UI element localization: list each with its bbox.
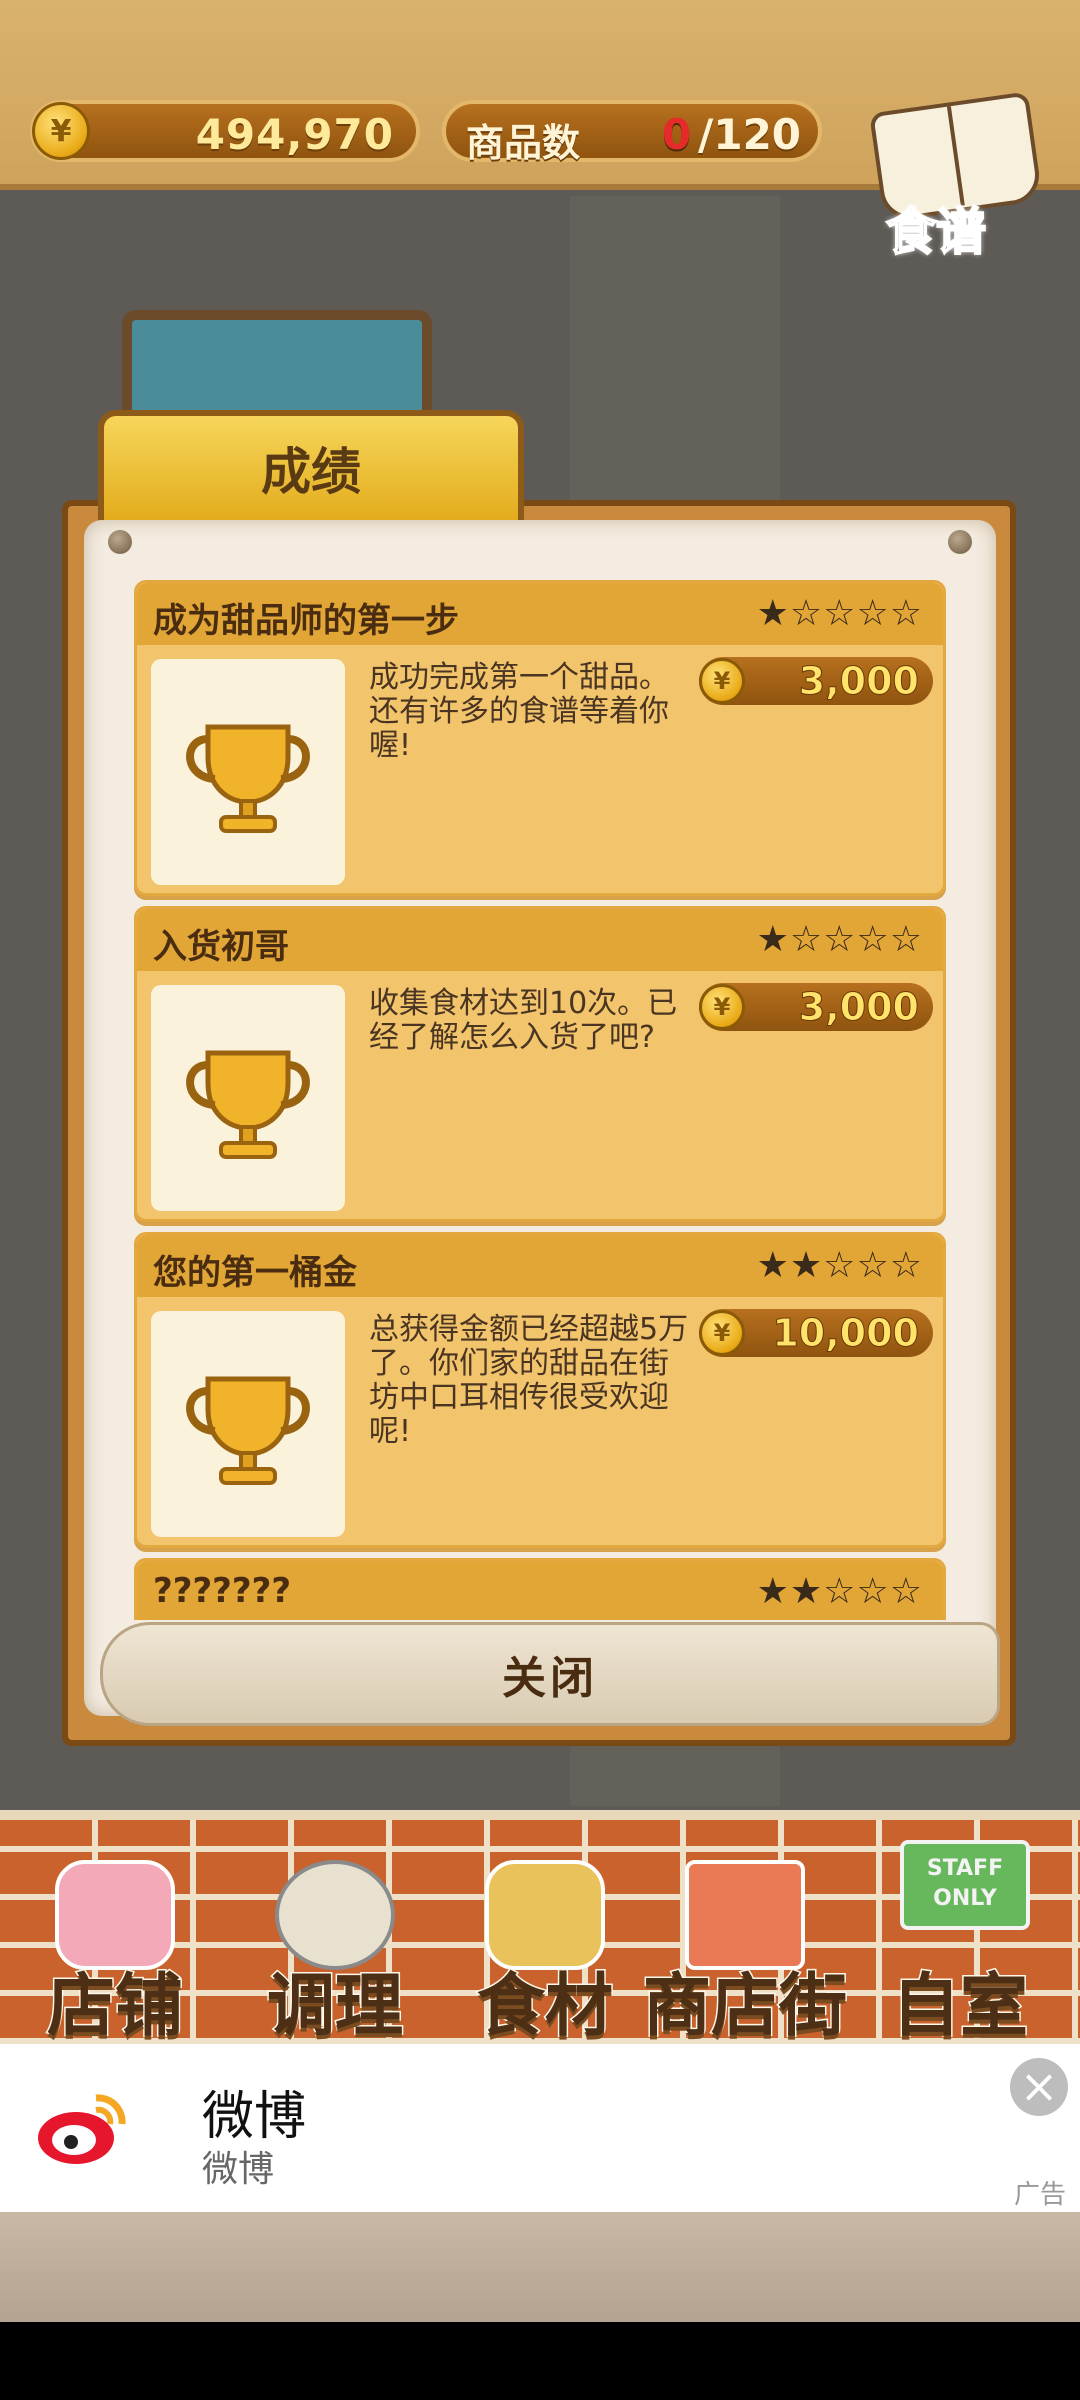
product-count-label: 商品数 xyxy=(466,121,581,165)
panel-title: 成绩 xyxy=(261,443,361,501)
reward-value: 3,000 xyxy=(798,659,919,704)
footer-background xyxy=(0,2212,1080,2322)
trophy-icon xyxy=(151,659,345,885)
money-value: 494,970 xyxy=(195,110,394,159)
reward-badge: ¥ 10,000 xyxy=(699,1309,933,1357)
reward-value: 10,000 xyxy=(772,1311,920,1356)
top-status-bar: ¥ 494,970 商品数 0 /120 食谱 xyxy=(0,0,1080,262)
star-rating: ★★☆☆☆ xyxy=(756,1571,923,1612)
achievement-header: ??????? ★★☆☆☆ xyxy=(137,1561,943,1620)
nail-icon xyxy=(948,530,972,554)
product-count: 商品数 0 /120 xyxy=(442,100,822,165)
ad-subtitle: 微博 xyxy=(202,2149,275,2190)
achievement-item: 成为甜品师的第一步 ★☆☆☆☆ 成功完成第一个甜品。还有许多的食谱等着你喔! ¥… xyxy=(134,580,946,896)
reward-value: 3,000 xyxy=(798,985,919,1030)
achievement-description: 总获得金额已经超越5万了。你们家的甜品在街坊中口耳相传很受欢迎呢! xyxy=(369,1312,689,1449)
yen-coin-icon: ¥ xyxy=(699,984,745,1030)
yen-coin-icon: ¥ xyxy=(32,102,90,160)
money-counter: ¥ 494,970 xyxy=(30,100,420,162)
achievement-title: ??????? xyxy=(153,1571,292,1611)
ad-banner[interactable]: 微博 微博 × 广告 xyxy=(0,2044,1080,2212)
staff-only-sign-icon: STAFF ONLY xyxy=(900,1840,1030,1930)
achievement-title: 入货初哥 xyxy=(153,927,289,967)
nav-item-ingredients[interactable]: 食材 xyxy=(440,1820,650,2054)
achievement-title: 您的第一桶金 xyxy=(153,1253,357,1293)
nav-label: 自室 xyxy=(890,1966,1029,2048)
achievement-header: 成为甜品师的第一步 ★☆☆☆☆ xyxy=(137,583,943,645)
star-rating: ★☆☆☆☆ xyxy=(756,593,923,634)
reward-badge: ¥ 3,000 xyxy=(699,983,933,1031)
close-button[interactable]: 关闭 xyxy=(100,1622,1000,1726)
trophy-icon xyxy=(151,1311,345,1537)
close-icon[interactable]: × xyxy=(1010,2058,1068,2116)
nav-label: 调理 xyxy=(265,1966,404,2048)
yen-coin-icon: ¥ xyxy=(699,658,745,704)
nav-label: 店铺 xyxy=(45,1966,184,2048)
bottom-nav: 店铺 调理 食材 商店街 STAFF ONLY 自室 xyxy=(0,1810,1080,2048)
weibo-logo-icon xyxy=(38,2094,126,2164)
nav-item-cook[interactable]: 调理 xyxy=(230,1820,440,2054)
achievement-item: ??????? ★★☆☆☆ xyxy=(134,1558,946,1620)
nail-icon xyxy=(108,530,132,554)
nav-label: 食材 xyxy=(475,1966,614,2048)
star-rating: ★★☆☆☆ xyxy=(756,1245,923,1286)
achievement-item: 入货初哥 ★☆☆☆☆ 收集食材达到10次。已经了解怎么入货了吧? ¥ 3,000 xyxy=(134,906,946,1222)
nav-item-shop[interactable]: 店铺 xyxy=(10,1820,220,2054)
ad-label: 广告 xyxy=(1013,2180,1066,2210)
achievement-list[interactable]: 成为甜品师的第一步 ★☆☆☆☆ 成功完成第一个甜品。还有许多的食谱等着你喔! ¥… xyxy=(134,580,946,1620)
product-count-max: /120 xyxy=(698,110,802,159)
achievement-header: 您的第一桶金 ★★☆☆☆ xyxy=(137,1235,943,1297)
achievement-description: 收集食材达到10次。已经了解怎么入货了吧? xyxy=(369,986,678,1055)
product-count-current: 0 xyxy=(662,110,692,159)
panel-title-tab: 成绩 xyxy=(98,410,524,520)
yen-coin-icon: ¥ xyxy=(699,1310,745,1356)
nav-item-shopping-street[interactable]: 商店街 xyxy=(640,1820,850,2054)
achievement-title: 成为甜品师的第一步 xyxy=(153,601,459,641)
star-rating: ★☆☆☆☆ xyxy=(756,919,923,960)
trophy-icon xyxy=(151,985,345,1211)
reward-badge: ¥ 3,000 xyxy=(699,657,933,705)
close-label: 关闭 xyxy=(502,1653,598,1704)
nav-label: 商店街 xyxy=(641,1966,848,2048)
achievement-header: 入货初哥 ★☆☆☆☆ xyxy=(137,909,943,971)
nav-item-room[interactable]: STAFF ONLY 自室 xyxy=(855,1820,1065,2054)
achievement-item: 您的第一桶金 ★★☆☆☆ 总获得金额已经超越5万了。你们家的甜品在街坊中口耳相传… xyxy=(134,1232,946,1548)
system-nav-bar xyxy=(0,2322,1080,2400)
ad-title: 微博 xyxy=(202,2087,307,2147)
achievement-description: 成功完成第一个甜品。还有许多的食谱等着你喔! xyxy=(369,660,669,763)
